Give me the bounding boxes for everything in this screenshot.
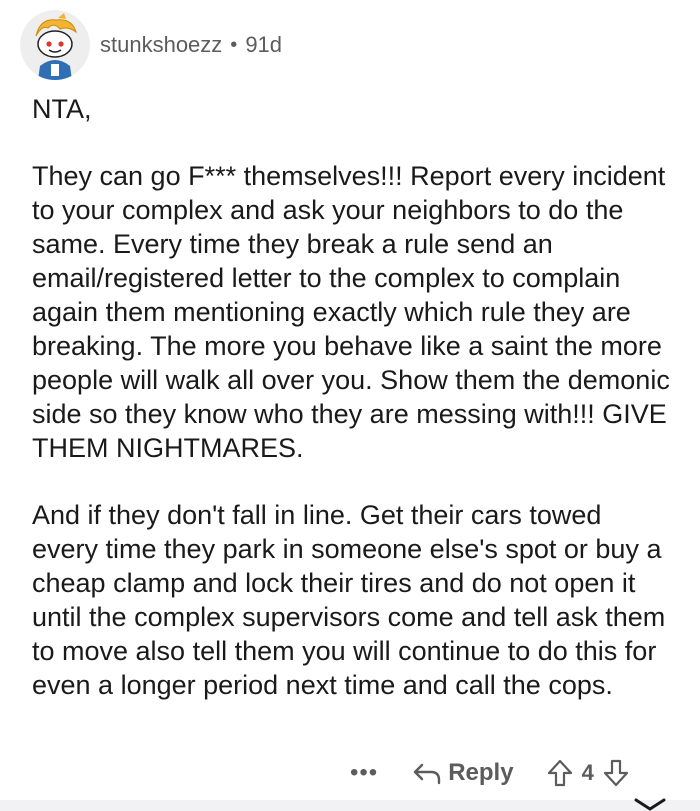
bottom-divider <box>0 800 700 811</box>
snoo-avatar-icon <box>20 10 90 80</box>
comment-paragraph: They can go F*** themselves!!! Report ev… <box>32 161 670 463</box>
vote-controls: 4 <box>546 758 630 788</box>
comment-meta: stunkshoezz • 91d <box>100 32 282 58</box>
vote-count: 4 <box>581 760 594 785</box>
comment-paragraph: NTA, <box>32 94 92 124</box>
reply-label: Reply <box>448 759 514 786</box>
chevron-down-icon[interactable] <box>632 798 668 811</box>
username-link[interactable]: stunkshoezz <box>100 32 222 58</box>
comment-body: NTA, They can go F*** themselves!!! Repo… <box>32 92 672 735</box>
comment-header: stunkshoezz • 91d <box>20 10 282 80</box>
reply-button[interactable]: Reply <box>412 759 514 787</box>
comment-actions: ••• Reply 4 <box>350 755 675 791</box>
upvote-arrow-icon[interactable] <box>546 758 574 788</box>
more-options-button[interactable]: ••• <box>350 759 378 787</box>
comment-age: 91d <box>245 32 283 57</box>
user-avatar[interactable] <box>20 10 90 80</box>
reply-arrow-icon <box>414 763 441 785</box>
downvote-arrow-icon[interactable] <box>602 758 630 788</box>
comment-paragraph: And if they don't fall in line. Get thei… <box>32 500 666 700</box>
meta-separator: • <box>230 33 238 56</box>
